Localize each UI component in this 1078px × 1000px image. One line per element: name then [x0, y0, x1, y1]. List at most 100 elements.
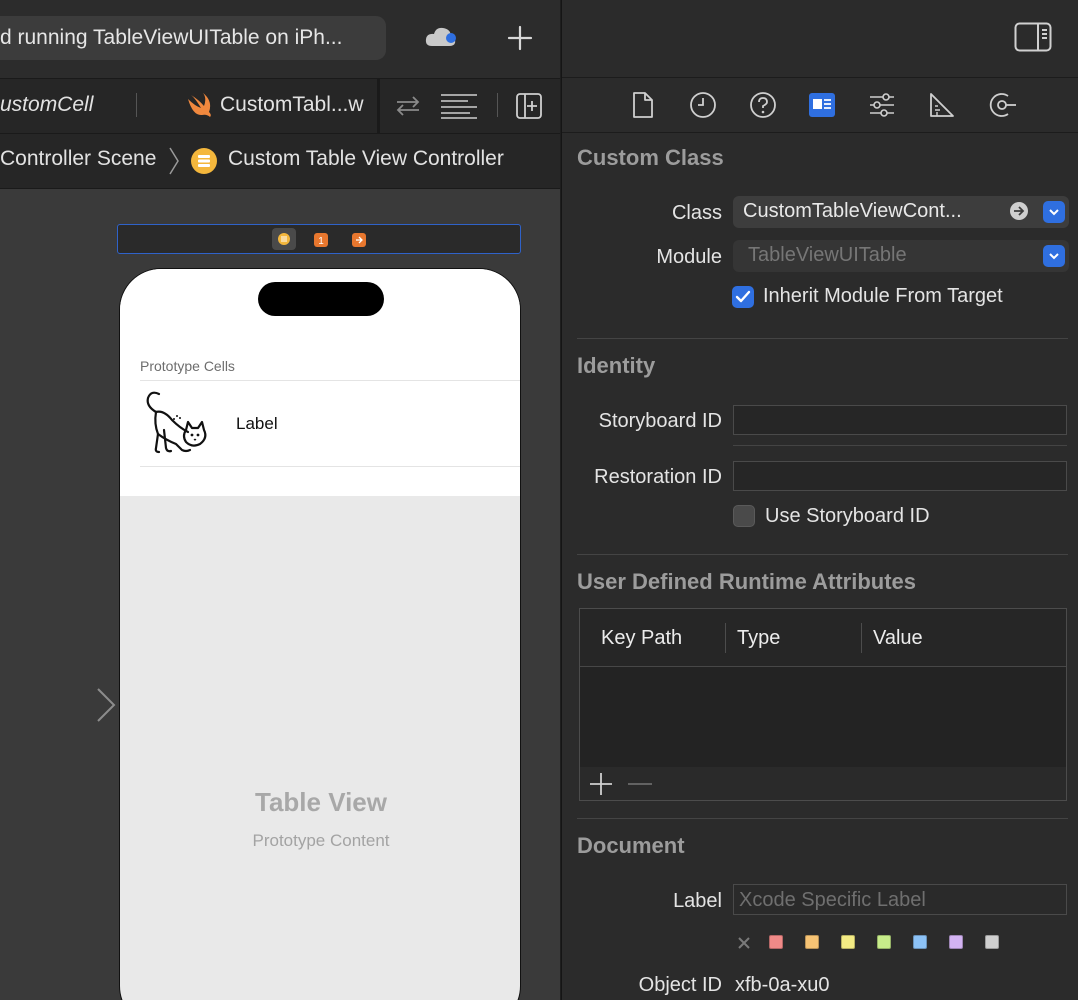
section-divider: [577, 554, 1068, 555]
help-inspector-icon[interactable]: [749, 91, 777, 119]
table-footer: [580, 767, 1066, 800]
breadcrumb-controller-label: Custom Table View Controller: [228, 147, 504, 170]
window-toolbar: d running TableViewUITable on iPh...: [0, 0, 560, 79]
prototype-cell[interactable]: Label: [120, 381, 520, 467]
runtime-attributes-section-title: User Defined Runtime Attributes: [577, 569, 917, 594]
class-value: CustomTableViewCont...: [743, 200, 962, 222]
size-inspector-icon[interactable]: [929, 92, 955, 118]
chevron-right-icon: [168, 146, 180, 176]
gray-label-swatch[interactable]: [985, 935, 999, 949]
minus-icon: [628, 783, 652, 785]
document-section-title: Document: [577, 833, 685, 858]
jump-bar: Controller Scene Custom Table View Contr…: [0, 134, 560, 189]
use-storyboard-id-label: Use Storyboard ID: [765, 505, 930, 527]
toggle-inspector-icon[interactable]: [1014, 22, 1052, 52]
editor-options-icon[interactable]: [440, 93, 478, 119]
purple-label-swatch[interactable]: [949, 935, 963, 949]
green-label-swatch[interactable]: [877, 935, 891, 949]
breadcrumb-scene[interactable]: Controller Scene: [0, 147, 156, 171]
tabs-separator: [562, 132, 1078, 133]
class-combo-box[interactable]: CustomTableViewCont...: [733, 196, 1069, 228]
activity-text: d running TableViewUITable on iPh...: [0, 26, 343, 49]
column-type[interactable]: Type: [737, 627, 780, 650]
history-inspector-icon[interactable]: [689, 91, 717, 119]
editor-area: d running TableViewUITable on iPh... ust…: [0, 0, 560, 1000]
tab-customcell[interactable]: ustomCell: [0, 93, 93, 117]
storyboard-id-label: Storyboard ID: [598, 410, 722, 432]
attributes-inspector-icon[interactable]: [868, 91, 896, 119]
tab-label: CustomTabl...w: [220, 93, 364, 116]
identity-inspector-icon[interactable]: [808, 92, 836, 118]
section-divider: [577, 818, 1068, 819]
module-combo-box[interactable]: TableViewUITable: [733, 240, 1069, 272]
file-inspector-icon[interactable]: [632, 91, 654, 119]
column-value[interactable]: Value: [873, 627, 923, 650]
column-key-path[interactable]: Key Path: [601, 627, 682, 650]
use-storyboard-id-checkbox-row[interactable]: Use Storyboard ID: [732, 504, 1032, 530]
add-icon[interactable]: [504, 22, 536, 54]
tab-divider: [136, 93, 137, 117]
chevron-down-icon: [1049, 209, 1059, 216]
cell-label: Label: [236, 414, 278, 433]
breadcrumb-scene-label: Controller Scene: [0, 147, 157, 170]
navigate-arrow-icon[interactable]: [1009, 201, 1029, 221]
cell-separator: [140, 466, 520, 467]
editor-tab-bar: ustomCell CustomTabl...w: [0, 79, 560, 134]
related-items-icon[interactable]: [394, 95, 422, 117]
tab-customtableviewcontroller[interactable]: CustomTabl...w: [220, 93, 378, 117]
inherit-module-checkbox[interactable]: [732, 286, 754, 308]
entry-point-arrow[interactable]: [14, 686, 118, 724]
tab-separator: [377, 79, 380, 133]
connections-inspector-icon[interactable]: [988, 91, 1018, 119]
restoration-id-field[interactable]: [733, 461, 1067, 491]
module-dropdown-button[interactable]: [1043, 245, 1065, 267]
activity-view[interactable]: d running TableViewUITable on iPh...: [0, 16, 386, 60]
class-dropdown-button[interactable]: [1043, 201, 1065, 223]
breadcrumb-controller[interactable]: Custom Table View Controller: [228, 147, 504, 171]
module-label: Module: [656, 246, 722, 268]
checkmark-icon: [735, 290, 751, 303]
identity-section-title: Identity: [577, 353, 656, 378]
inherit-module-checkbox-row[interactable]: Inherit Module From Target: [732, 284, 1072, 310]
column-divider: [725, 623, 726, 653]
table-view-subtitle: Prototype Content: [252, 831, 390, 850]
module-placeholder: TableViewUITable: [748, 244, 907, 266]
document-label-field[interactable]: Xcode Specific Label: [733, 884, 1067, 915]
add-attribute-button[interactable]: [587, 770, 615, 798]
tab-label: ustomCell: [0, 93, 94, 116]
remove-attribute-button[interactable]: [626, 770, 654, 798]
table-view-controller-icon: [190, 147, 218, 175]
use-storyboard-id-checkbox[interactable]: [733, 505, 755, 527]
runtime-attributes-table[interactable]: Key Path Type Value: [579, 608, 1067, 801]
storyboard-id-field[interactable]: [733, 405, 1067, 435]
inherit-module-label: Inherit Module From Target: [763, 285, 1003, 307]
table-view-title: Table View: [255, 787, 387, 817]
swift-icon: [186, 93, 212, 117]
view-controller-dock-icon[interactable]: [272, 228, 296, 250]
cat-icon: [142, 390, 212, 458]
first-responder-icon[interactable]: 1: [314, 233, 328, 247]
document-label-placeholder: Xcode Specific Label: [739, 889, 926, 911]
iphone-scene[interactable]: Prototype Cells Label Table View Prototy…: [119, 268, 521, 1000]
yellow-label-swatch[interactable]: [841, 935, 855, 949]
red-label-swatch[interactable]: [769, 935, 783, 949]
orange-label-swatch[interactable]: [805, 935, 819, 949]
toolbar-separator: [562, 77, 1078, 78]
inspector-panel: Custom Class Class CustomTableViewCont..…: [561, 0, 1078, 1000]
table-header: Key Path Type Value: [580, 609, 1066, 667]
toolbar-divider: [497, 93, 498, 117]
blue-label-swatch[interactable]: [913, 935, 927, 949]
object-id-label: Object ID: [638, 974, 722, 996]
exit-icon[interactable]: [352, 233, 366, 247]
section-divider: [577, 338, 1068, 339]
chevron-down-icon: [1049, 253, 1059, 260]
dynamic-island: [258, 282, 384, 316]
add-editor-icon[interactable]: [515, 92, 543, 120]
cloud-icon[interactable]: [424, 24, 458, 50]
scene-dock[interactable]: 1: [117, 224, 521, 254]
plus-icon: [590, 773, 612, 795]
custom-class-section-title: Custom Class: [577, 145, 724, 170]
svg-text:1: 1: [318, 236, 324, 247]
clear-color-label-icon[interactable]: [736, 935, 752, 951]
document-label-label: Label: [673, 890, 722, 912]
